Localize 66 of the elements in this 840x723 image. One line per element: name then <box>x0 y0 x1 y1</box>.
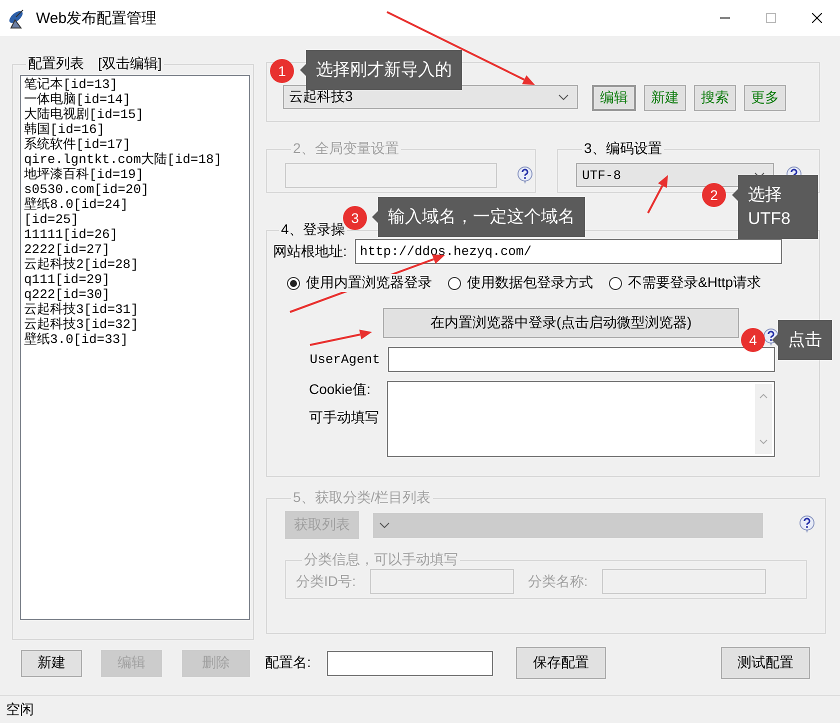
list-item[interactable]: 云起科技3[id=32] <box>24 317 246 332</box>
test-config-button[interactable]: 测试配置 <box>721 647 810 679</box>
group-title: 3、编码设置 <box>583 140 663 158</box>
list-item[interactable]: q111[id=29] <box>24 272 246 287</box>
cookie-label: Cookie值: <box>309 381 372 399</box>
radio-option[interactable]: 使用数据包登录方式 <box>448 274 593 292</box>
module-button[interactable]: 更多 <box>744 85 786 111</box>
arrow <box>310 330 372 346</box>
group-title: 分类信息，可以手动填写 <box>303 551 459 569</box>
config-name-field[interactable] <box>327 650 493 676</box>
group-title: 5、获取分类/栏目列表 <box>292 489 432 507</box>
module-button[interactable]: 编辑 <box>592 85 636 111</box>
list-item[interactable]: 云起科技3[id=31] <box>24 302 246 317</box>
save-config-button[interactable]: 保存配置 <box>516 647 606 679</box>
step-badge: 4 <box>741 328 765 352</box>
url-label: 网站根地址: <box>273 242 347 260</box>
module-button[interactable]: 搜索 <box>694 85 736 111</box>
useragent-label: UserAgent <box>308 352 380 367</box>
list-item[interactable]: s0530.com[id=20] <box>24 182 246 197</box>
step-badge: 2 <box>702 183 726 207</box>
group-title: 配置列表 <box>28 55 84 73</box>
list-item[interactable]: 壁纸8.0[id=24] <box>24 197 246 212</box>
encoding-dropdown[interactable]: UTF-8 <box>576 163 774 187</box>
step-badge: 3 <box>343 206 367 230</box>
callout-tooltip: 选择UTF8 <box>732 175 818 239</box>
callout-tooltip: 点击 <box>772 320 832 360</box>
list-item[interactable]: q222[id=30] <box>24 287 246 302</box>
list-item[interactable]: 地坪漆百科[id=19] <box>24 167 246 182</box>
help-icon[interactable] <box>761 327 781 347</box>
radio-option[interactable]: 使用内置浏览器登录 <box>287 274 432 292</box>
close-icon[interactable] <box>812 13 822 23</box>
status-bar: 空闲 <box>0 695 840 723</box>
chevron-down-icon <box>558 94 569 100</box>
group-hint: [双击编辑] <box>98 55 162 73</box>
list-item[interactable]: 11111[id=26] <box>24 227 246 242</box>
list-item[interactable]: 壁纸3.0[id=33] <box>24 332 246 347</box>
arrow <box>647 175 668 214</box>
list-item[interactable]: 2222[id=27] <box>24 242 246 257</box>
step-badge: 1 <box>270 59 294 83</box>
list-item[interactable]: 云起科技2[id=28] <box>24 257 246 272</box>
chevron-down-icon <box>379 522 390 528</box>
scrollbar-drawing <box>755 384 772 454</box>
cookie-hint: 可手动填写 <box>309 409 379 427</box>
list-item[interactable]: 系统软件[id=17] <box>24 137 246 152</box>
list-item[interactable]: 大陆电视剧[id=15] <box>24 107 246 122</box>
list-item[interactable]: qire.lgntkt.com大陆[id=18] <box>24 152 246 167</box>
list-item[interactable]: 一体电脑[id=14] <box>24 92 246 107</box>
window-title: Web发布配置管理 <box>36 8 158 28</box>
category-name-label: 分类名称: <box>528 572 588 590</box>
radio-option[interactable]: 不需要登录&Http请求 <box>609 274 762 292</box>
group-title: 2、全局变量设置 <box>292 140 400 158</box>
callout-tooltip: 输入域名，一定这个域名 <box>372 197 585 237</box>
list-button[interactable]: 新建 <box>21 650 82 676</box>
cookie-textarea[interactable] <box>387 381 775 457</box>
category-id-label: 分类ID号: <box>296 572 356 590</box>
callout-tooltip: 选择刚才新导入的 <box>300 50 462 90</box>
list-item[interactable]: 笔记本[id=13] <box>24 77 246 92</box>
useragent-field[interactable] <box>388 347 775 372</box>
group-title: 4、登录操 <box>280 221 346 239</box>
list-item[interactable]: 韩国[id=16] <box>24 122 246 137</box>
browser-login-button[interactable]: 在内置浏览器中登录(点击启动微型浏览器) <box>383 308 739 338</box>
module-dropdown[interactable]: 云起科技3 <box>283 85 578 109</box>
config-name-label: 配置名: <box>265 654 312 672</box>
module-button[interactable]: 新建 <box>644 85 686 111</box>
url-field[interactable]: http://ddos.hezyq.com/ <box>354 239 782 264</box>
list-item[interactable]: [id=25] <box>24 212 246 227</box>
